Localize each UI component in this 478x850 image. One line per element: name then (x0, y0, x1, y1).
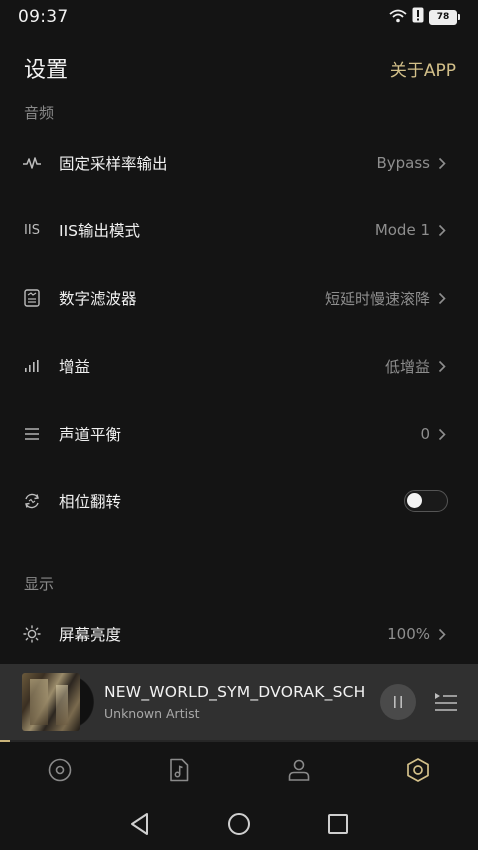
section-title-display: 显示 (24, 575, 55, 593)
playlist-button[interactable] (434, 691, 458, 713)
settings-hex-icon (407, 758, 430, 782)
setting-label: 数字滤波器 (59, 290, 137, 308)
bottom-tab-bar (0, 742, 478, 798)
setting-value: Mode 1 (374, 221, 430, 239)
setting-brightness[interactable]: 屏幕亮度 100% (0, 605, 478, 663)
setting-iis-mode[interactable]: IIS IIS输出模式 Mode 1 (0, 201, 478, 259)
setting-label: 增益 (59, 358, 91, 376)
setting-value: Bypass (376, 154, 430, 172)
lines-icon (22, 424, 42, 444)
chevron-right-icon (438, 291, 448, 305)
waveform-icon (22, 153, 42, 173)
recents-button[interactable] (318, 804, 358, 844)
battery-level: 78 (429, 9, 457, 25)
tab-user[interactable] (239, 742, 359, 798)
setting-value: 100% (387, 625, 430, 643)
album-art (22, 673, 80, 731)
wifi-icon (389, 8, 407, 27)
sun-icon (22, 624, 42, 644)
album-cover[interactable] (22, 673, 94, 731)
status-time: 09:37 (18, 7, 69, 27)
home-button[interactable] (219, 804, 259, 844)
setting-label: 固定采样率输出 (59, 155, 168, 173)
music-file-icon (170, 758, 189, 782)
signal-bars-icon (22, 356, 42, 376)
chevron-right-icon (438, 359, 448, 373)
home-circle-icon (227, 813, 250, 835)
tab-music[interactable] (120, 742, 240, 798)
setting-label: IIS输出模式 (59, 222, 140, 240)
phase-rotate-icon (22, 491, 42, 511)
chevron-right-icon (438, 156, 448, 170)
setting-label: 屏幕亮度 (59, 626, 122, 644)
system-nav-bar (0, 798, 478, 850)
chevron-right-icon (438, 627, 448, 641)
track-title: NEW_WORLD_SYM_DVORAK_SCH. . (104, 683, 364, 701)
track-info: NEW_WORLD_SYM_DVORAK_SCH. . Unknown Arti… (104, 683, 364, 721)
about-app-link[interactable]: 关于APP (390, 56, 456, 81)
mini-player[interactable]: NEW_WORLD_SYM_DVORAK_SCH. . Unknown Arti… (0, 664, 478, 740)
header: 设置 关于APP (24, 50, 456, 86)
setting-sample-rate[interactable]: 固定采样率输出 Bypass (0, 134, 478, 192)
battery-icon: 78 (429, 9, 460, 25)
setting-label: 相位翻转 (59, 493, 122, 511)
setting-value: 低增益 (384, 357, 430, 376)
pause-icon (394, 696, 402, 708)
setting-channel-balance[interactable]: 声道平衡 0 (0, 405, 478, 463)
status-icons: 78 (389, 7, 460, 27)
section-title-audio: 音频 (24, 104, 55, 122)
status-bar: 09:37 78 (0, 0, 478, 34)
page-title: 设置 (24, 58, 69, 83)
phase-invert-toggle[interactable] (404, 490, 448, 512)
playlist-icon (435, 693, 457, 711)
tab-settings[interactable] (359, 742, 478, 798)
setting-digital-filter[interactable]: 数字滤波器 短延时慢速滚降 (0, 269, 478, 327)
chevron-right-icon (438, 223, 448, 237)
iis-icon: IIS (24, 222, 40, 238)
chevron-right-icon (438, 427, 448, 441)
alert-icon (412, 7, 424, 27)
setting-phase-invert: 相位翻转 (0, 472, 478, 530)
disc-icon (48, 758, 72, 782)
setting-value: 短延时慢速滚降 (324, 289, 430, 308)
setting-label: 声道平衡 (59, 426, 122, 444)
setting-gain[interactable]: 增益 低增益 (0, 337, 478, 395)
recents-square-icon (328, 814, 349, 834)
setting-value: 0 (420, 425, 430, 443)
toggle-knob (407, 493, 422, 508)
back-triangle-icon (130, 813, 148, 835)
pause-button[interactable] (380, 684, 416, 720)
track-artist: Unknown Artist (104, 706, 200, 721)
back-button[interactable] (120, 804, 160, 844)
filter-doc-icon (22, 288, 42, 308)
user-icon (288, 759, 310, 781)
tab-disc[interactable] (0, 742, 120, 798)
